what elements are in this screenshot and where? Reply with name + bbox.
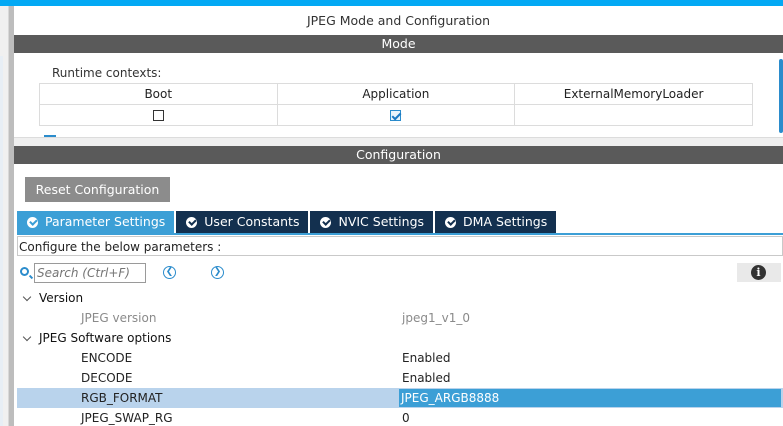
param-name: ENCODE bbox=[81, 351, 133, 365]
param-name: JPEG version bbox=[81, 311, 157, 325]
runtime-contexts-label: Runtime contexts: bbox=[52, 66, 162, 80]
chevron-down-icon[interactable] bbox=[22, 332, 32, 342]
param-name: DECODE bbox=[81, 371, 133, 385]
mode-section: Runtime contexts: Boot Application Exter… bbox=[14, 53, 783, 137]
group-label: JPEG Software options bbox=[39, 331, 172, 345]
application-checkbox[interactable] bbox=[390, 110, 402, 121]
configuration-tabs: Parameter Settings User Constants NVIC S… bbox=[17, 211, 558, 233]
panel-title: JPEG Mode and Configuration bbox=[306, 13, 491, 28]
chevron-down-icon[interactable] bbox=[22, 292, 32, 302]
search-input[interactable] bbox=[34, 263, 146, 283]
tab-dma-settings[interactable]: DMA Settings bbox=[435, 211, 557, 233]
tab-nvic-settings[interactable]: NVIC Settings bbox=[310, 211, 434, 233]
tab-label: NVIC Settings bbox=[338, 214, 425, 229]
check-circle-icon bbox=[186, 216, 198, 228]
tree-row-rgb-format[interactable]: RGB_FORMAT JPEG_ARGB8888 bbox=[17, 388, 783, 408]
next-match-icon[interactable]: ❯ bbox=[211, 266, 224, 279]
group-label: Version bbox=[39, 291, 84, 305]
left-side-panel bbox=[0, 6, 9, 426]
tree-group-version[interactable]: Version bbox=[17, 288, 783, 308]
check-circle-icon bbox=[27, 216, 38, 228]
param-value[interactable]: 0 bbox=[402, 408, 410, 426]
tab-parameter-settings[interactable]: Parameter Settings bbox=[17, 211, 175, 233]
boot-checkbox[interactable] bbox=[152, 110, 164, 121]
check-circle-icon bbox=[320, 216, 332, 228]
param-value[interactable]: Enabled bbox=[402, 348, 451, 368]
tree-group-jpeg-software-options[interactable]: JPEG Software options bbox=[17, 328, 783, 348]
info-icon: i bbox=[751, 265, 766, 280]
tree-row-decode[interactable]: DECODE Enabled bbox=[17, 368, 783, 388]
tree-row-jpeg-version[interactable]: JPEG version jpeg1_v1_0 bbox=[17, 308, 783, 328]
context-cell-boot bbox=[39, 104, 278, 126]
tree-row-encode[interactable]: ENCODE Enabled bbox=[17, 348, 783, 368]
check-circle-icon bbox=[445, 216, 457, 228]
param-value-selected[interactable]: JPEG_ARGB8888 bbox=[399, 389, 781, 407]
configure-parameters-hint: Configure the below parameters : bbox=[17, 236, 783, 256]
tab-label: DMA Settings bbox=[463, 214, 548, 229]
param-value[interactable]: Enabled bbox=[402, 368, 451, 388]
tab-label: User Constants bbox=[204, 214, 300, 229]
mode-section-header: Mode bbox=[14, 35, 783, 53]
mode-configuration-panel: JPEG Mode and Configuration Mode Runtime… bbox=[14, 6, 783, 426]
search-row: ❮ ❯ i bbox=[17, 262, 783, 284]
context-cell-external-memory-loader bbox=[514, 104, 753, 126]
tree-row-jpeg-swap-rg[interactable]: JPEG_SWAP_RG 0 bbox=[17, 408, 783, 426]
context-header-external-memory-loader: ExternalMemoryLoader bbox=[514, 83, 753, 105]
parameter-tree: Version JPEG version jpeg1_v1_0 JPEG Sof… bbox=[17, 288, 783, 426]
previous-match-icon[interactable]: ❮ bbox=[163, 266, 176, 279]
context-cell-application bbox=[276, 104, 516, 126]
mode-scrollbar[interactable] bbox=[779, 59, 783, 133]
tab-user-constants[interactable]: User Constants bbox=[176, 211, 309, 233]
param-name: JPEG_SWAP_RG bbox=[81, 411, 173, 425]
tab-label: Parameter Settings bbox=[45, 214, 166, 229]
reset-configuration-button[interactable]: Reset Configuration bbox=[25, 177, 170, 202]
context-header-application: Application bbox=[276, 83, 516, 105]
tabs-underline bbox=[17, 233, 783, 235]
configuration-section-header: Configuration bbox=[14, 146, 783, 164]
mode-divider[interactable] bbox=[14, 137, 783, 146]
param-name: RGB_FORMAT bbox=[81, 391, 163, 405]
param-value: jpeg1_v1_0 bbox=[402, 311, 470, 325]
runtime-contexts-table: Boot Application ExternalMemoryLoader bbox=[39, 83, 753, 126]
search-icon bbox=[20, 267, 29, 276]
info-button[interactable]: i bbox=[737, 263, 781, 282]
context-header-boot: Boot bbox=[39, 83, 278, 105]
